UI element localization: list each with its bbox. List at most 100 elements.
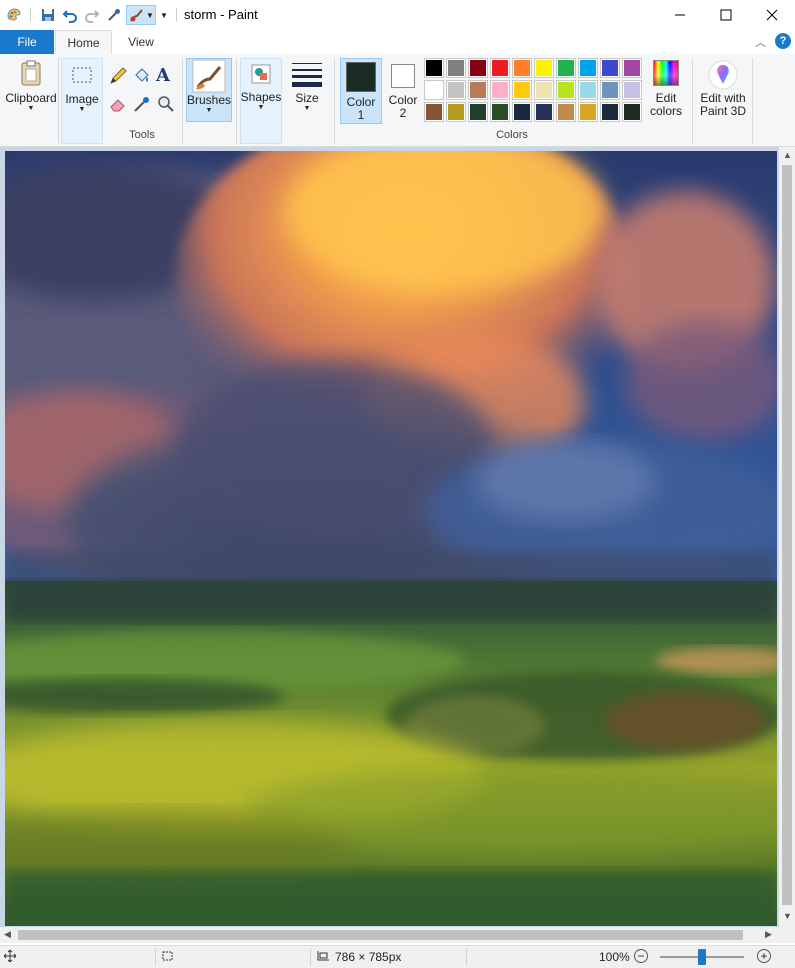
palette-swatch[interactable]	[468, 80, 488, 100]
palette-swatch-color	[558, 104, 574, 120]
palette-swatch[interactable]	[600, 58, 620, 78]
palette-swatch-color	[492, 104, 508, 120]
redo-icon[interactable]	[82, 5, 102, 25]
palette-swatch-color	[514, 104, 530, 120]
chevron-down-icon: ▼	[205, 107, 213, 114]
help-icon[interactable]: ?	[775, 33, 791, 49]
palette-swatch[interactable]	[622, 58, 642, 78]
undo-icon[interactable]	[60, 5, 80, 25]
horizontal-scrollbar[interactable]: ◀ ▶	[0, 927, 779, 943]
chevron-down-icon: ▼	[146, 10, 154, 20]
color2-button[interactable]: Color 2	[384, 58, 422, 124]
palette-swatch[interactable]	[578, 102, 598, 122]
tab-view[interactable]: View	[116, 30, 166, 54]
palette-swatch[interactable]	[468, 58, 488, 78]
palette-swatch-color	[492, 60, 508, 76]
scroll-left-icon[interactable]: ◀	[4, 929, 11, 940]
palette-swatch[interactable]	[490, 102, 510, 122]
palette-swatch-color	[558, 60, 574, 76]
palette-swatch[interactable]	[512, 102, 532, 122]
color-picker-quick-icon[interactable]	[104, 5, 124, 25]
palette-swatch[interactable]	[600, 102, 620, 122]
colors-group-label: Colors	[496, 129, 528, 141]
scroll-corner	[779, 927, 795, 943]
cursor-position-icon	[3, 949, 17, 965]
magnifier-icon[interactable]	[156, 94, 176, 114]
customize-quick-access-icon[interactable]: ▼	[158, 5, 170, 25]
tab-home[interactable]: Home	[55, 30, 112, 55]
palette-swatch[interactable]	[446, 58, 466, 78]
brushes-button[interactable]: Brushes ▼	[186, 58, 232, 122]
size-button[interactable]: Size ▼	[286, 60, 328, 120]
zoom-slider-thumb[interactable]	[698, 949, 706, 965]
vertical-scrollbar[interactable]: ▲ ▼	[779, 147, 795, 927]
palette-swatch[interactable]	[534, 102, 554, 122]
image-button[interactable]: Image ▼	[61, 58, 103, 144]
zoom-out-button[interactable]: −	[634, 949, 648, 963]
maximize-button[interactable]	[703, 0, 749, 30]
paint-app-icon[interactable]	[4, 5, 24, 25]
palette-swatch[interactable]	[424, 58, 444, 78]
brush-quick-dropdown[interactable]: ▼	[126, 5, 156, 25]
palette-swatch-color	[602, 60, 618, 76]
palette-swatch[interactable]	[578, 58, 598, 78]
edit-with-paint3d-button[interactable]: Edit with Paint 3D	[696, 60, 750, 126]
minimize-button[interactable]	[657, 0, 703, 30]
palette-swatch[interactable]	[622, 80, 642, 100]
palette-swatch[interactable]	[578, 80, 598, 100]
zoom-in-button[interactable]: +	[757, 949, 771, 963]
palette-swatch[interactable]	[490, 80, 510, 100]
palette-swatch-color	[580, 104, 596, 120]
color-picker-icon[interactable]	[132, 94, 152, 114]
palette-swatch[interactable]	[424, 80, 444, 100]
chevron-down-icon: ▼	[257, 104, 265, 111]
scroll-down-icon[interactable]: ▼	[783, 911, 792, 921]
palette-swatch[interactable]	[424, 102, 444, 122]
color2-swatch	[391, 64, 415, 88]
scroll-right-icon[interactable]: ▶	[765, 929, 772, 940]
collapse-ribbon-icon[interactable]: ︿	[755, 34, 766, 50]
palette-swatch[interactable]	[534, 80, 554, 100]
palette-swatch-color	[492, 82, 508, 98]
palette-swatch[interactable]	[446, 80, 466, 100]
color2-number: 2	[399, 106, 407, 120]
storm-painting-canvas[interactable]	[5, 151, 777, 926]
palette-swatch[interactable]	[600, 80, 620, 100]
text-tool-icon[interactable]: A	[156, 65, 176, 87]
palette-swatch-color	[514, 60, 530, 76]
palette-swatch-color	[536, 82, 552, 98]
palette-swatch[interactable]	[490, 58, 510, 78]
palette-swatch[interactable]	[534, 58, 554, 78]
palette-swatch[interactable]	[468, 102, 488, 122]
edit-colors-label-2: colors	[649, 104, 682, 118]
palette-swatch[interactable]	[446, 102, 466, 122]
palette-swatch[interactable]	[622, 102, 642, 122]
tab-file[interactable]: File	[0, 30, 54, 54]
clipboard-label: Clipboard	[5, 91, 57, 105]
palette-swatch[interactable]	[512, 80, 532, 100]
scroll-up-icon[interactable]: ▲	[783, 150, 792, 160]
image-label: Image	[65, 92, 99, 106]
edit-colors-button[interactable]: Edit colors	[646, 60, 686, 126]
fill-bucket-icon[interactable]	[132, 66, 152, 86]
save-icon[interactable]	[38, 5, 58, 25]
color1-button[interactable]: Color 1	[340, 58, 382, 124]
eraser-icon[interactable]	[108, 94, 128, 114]
vertical-scroll-thumb[interactable]	[782, 165, 792, 905]
palette-swatch-color	[624, 104, 640, 120]
palette-swatch[interactable]	[556, 102, 576, 122]
close-button[interactable]	[749, 0, 795, 30]
shapes-button[interactable]: Shapes ▼	[240, 58, 282, 144]
palette-swatch-color	[514, 82, 530, 98]
palette-swatch-color	[470, 104, 486, 120]
canvas-area	[0, 147, 779, 927]
pencil-icon[interactable]	[108, 66, 128, 86]
palette-swatch[interactable]	[556, 58, 576, 78]
palette-swatch[interactable]	[512, 58, 532, 78]
ribbon-tabs: File Home View ︿ ?	[0, 30, 795, 55]
clipboard-button[interactable]: Clipboard ▼	[4, 60, 58, 120]
horizontal-scroll-thumb[interactable]	[18, 930, 743, 940]
palette-swatch[interactable]	[556, 80, 576, 100]
chevron-down-icon: ▼	[78, 106, 86, 113]
image-size-icon	[316, 950, 330, 965]
